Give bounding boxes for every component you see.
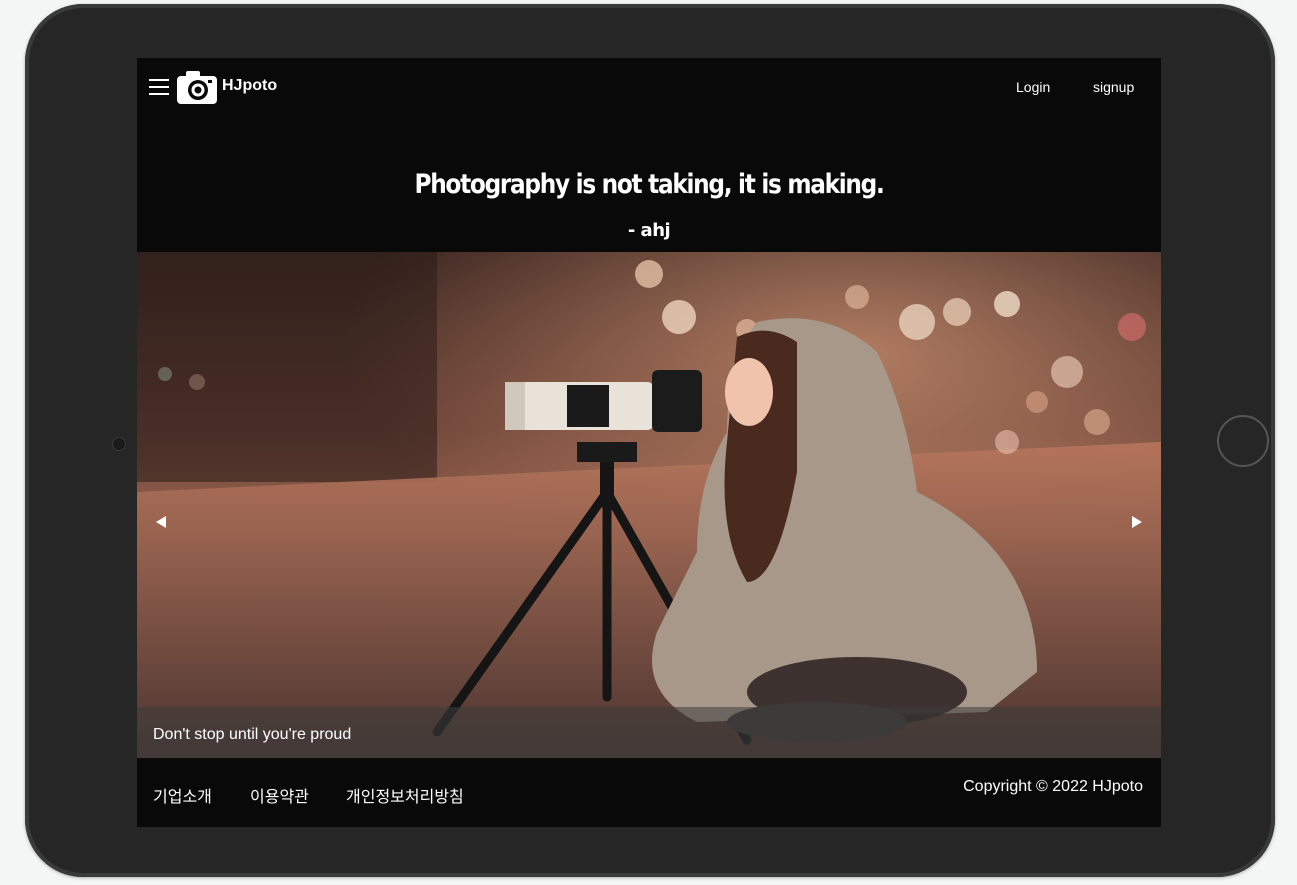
screen: HJpoto Login signup Photography is not t… <box>137 58 1161 827</box>
camera-icon[interactable] <box>177 70 217 104</box>
front-camera-icon <box>112 437 126 451</box>
carousel-photo <box>137 252 1161 758</box>
footer-link-terms[interactable]: 이용약관 <box>250 783 309 807</box>
hero-quote: Photography is not taking, it is making. <box>414 169 884 200</box>
carousel-caption-bar: Don't stop until you're proud <box>137 707 1161 758</box>
navbar: HJpoto Login signup <box>137 58 1161 118</box>
footer: 기업소개 이용약관 개인정보처리방침 Copyright © 2022 HJpo… <box>137 758 1161 827</box>
footer-link-privacy[interactable]: 개인정보처리방침 <box>346 783 464 807</box>
triangle-left-icon[interactable] <box>156 516 166 528</box>
signup-link[interactable]: signup <box>1093 79 1134 95</box>
triangle-right-icon[interactable] <box>1132 516 1142 528</box>
image-carousel: Don't stop until you're proud <box>137 252 1161 758</box>
hamburger-icon[interactable] <box>149 79 169 95</box>
login-link[interactable]: Login <box>1016 79 1050 95</box>
carousel-caption: Don't stop until you're proud <box>153 726 352 743</box>
home-button[interactable] <box>1217 415 1269 467</box>
hero-author: - ahj <box>627 220 671 241</box>
brand-name[interactable]: HJpoto <box>222 77 277 95</box>
copyright-text: Copyright © 2022 HJpoto <box>963 778 1143 795</box>
footer-link-company[interactable]: 기업소개 <box>153 783 212 807</box>
